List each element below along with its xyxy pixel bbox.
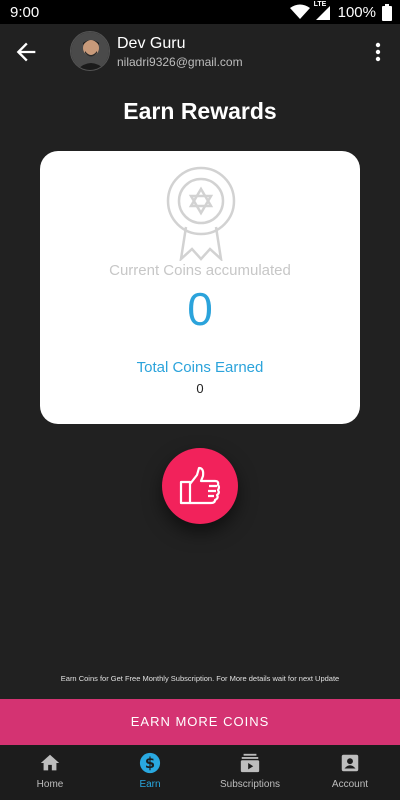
total-coins-value: 0 [196,381,204,396]
signal-icon: LTE [314,1,332,21]
user-email: niladri9326@gmail.com [117,55,243,69]
nav-label-home: Home [36,779,64,790]
app-bar: Dev Guru niladri9326@gmail.com [0,24,400,80]
back-button[interactable] [12,38,40,66]
thumbs-up-icon [179,466,221,505]
account-icon [341,754,359,772]
battery-icon [382,3,392,21]
avatar[interactable] [70,31,110,71]
total-coins-label: Total Coins Earned [136,359,264,376]
back-arrow-icon [16,42,36,62]
earn-more-coins-button[interactable]: EARN MORE COINS [0,699,400,745]
dollar-icon: $ [139,752,161,774]
rewards-card: Current Coins accumulated 0 Total Coins … [40,151,360,424]
bottom-navigation: Home $ Earn Subscriptions Account [0,745,400,800]
nav-label-earn: Earn [139,779,161,790]
more-options-button[interactable] [366,38,390,66]
nav-item-account[interactable]: Account [300,745,400,800]
status-time: 9:00 [10,4,40,21]
page-title: Earn Rewards [123,98,277,124]
nav-label-account: Account [331,779,369,790]
nav-label-subscriptions: Subscriptions [219,779,281,790]
like-button[interactable] [162,448,238,524]
more-vert-icon [375,42,381,62]
current-coins-label: Current Coins accumulated [109,262,291,279]
award-badge-icon [166,166,236,261]
earn-screen: Dev Guru niladri9326@gmail.com Earn Rewa… [0,24,400,800]
home-icon [40,754,60,771]
footnote-text: Earn Coins for Get Free Monthly Subscrip… [60,674,340,683]
nav-item-subscriptions[interactable]: Subscriptions [200,745,300,800]
nav-item-earn[interactable]: $ Earn [100,745,200,800]
status-icons: LTE 100% [289,1,392,21]
svg-text:$: $ [145,755,155,772]
nav-item-home[interactable]: Home [0,745,100,800]
current-coins-value: 0 [187,283,213,335]
battery-percent: 100% [337,3,376,21]
wifi-icon [289,4,310,19]
user-name: Dev Guru [117,35,186,52]
status-bar: 9:00 LTE 100% [0,0,400,24]
subscriptions-icon [240,753,260,773]
